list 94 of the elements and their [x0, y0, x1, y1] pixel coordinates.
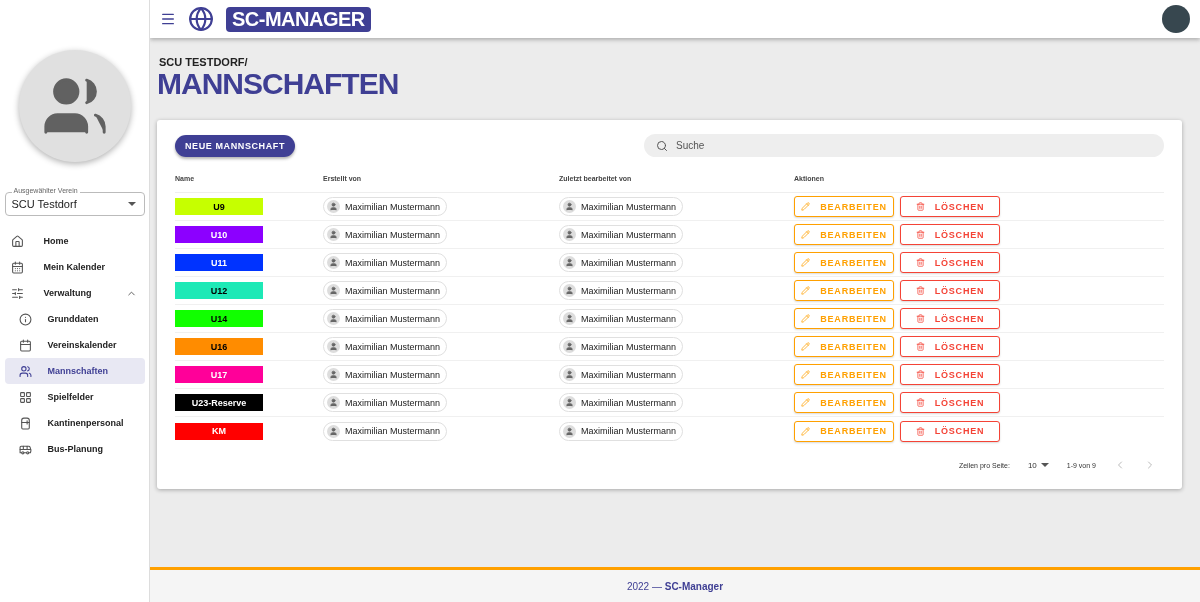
user-icon: [563, 256, 576, 269]
trash-icon: [915, 314, 925, 323]
people-icon: [18, 364, 32, 378]
home-icon: [10, 234, 24, 248]
trash-icon: [915, 230, 925, 239]
delete-button[interactable]: LÖSCHEN: [900, 392, 1000, 413]
profile-avatar[interactable]: [1162, 5, 1190, 33]
user-icon: [563, 340, 576, 353]
delete-button[interactable]: LÖSCHEN: [900, 224, 1000, 245]
trash-icon: [915, 370, 925, 379]
pencil-icon: [801, 286, 811, 295]
user-icon: [327, 228, 340, 241]
user-icon: [563, 312, 576, 325]
user-icon: [327, 424, 340, 438]
team-name-tag: U9: [175, 198, 263, 215]
user-icon: [563, 228, 576, 241]
team-name-tag: U11: [175, 254, 263, 271]
sidebar-item[interactable]: Vereinskalender: [4, 332, 145, 358]
user-icon: [563, 396, 576, 409]
team-name-tag: U10: [175, 226, 263, 243]
delete-button[interactable]: LÖSCHEN: [900, 196, 1000, 217]
edit-button[interactable]: BEARBEITEN: [794, 280, 894, 301]
edit-button[interactable]: BEARBEITEN: [794, 364, 894, 385]
team-name-tag: U14: [175, 310, 263, 327]
sidebar-item[interactable]: Mannschaften: [4, 358, 145, 384]
breadcrumb: SCU TESTDORF/: [159, 56, 249, 68]
sidebar-item[interactable]: Grunddaten: [4, 306, 145, 332]
grid-icon: [18, 390, 32, 404]
info-icon: [18, 312, 32, 326]
pencil-icon: [801, 426, 811, 436]
delete-button[interactable]: LÖSCHEN: [900, 420, 1000, 442]
user-icon: [563, 368, 576, 381]
search-icon: [656, 139, 668, 152]
pencil-icon: [801, 230, 811, 239]
footer-text: 2022 — SC-Manager: [626, 580, 724, 592]
search-input[interactable]: Suche: [674, 139, 1152, 152]
sidebar-item[interactable]: Verwaltung: [4, 280, 145, 306]
sidebar-item[interactable]: Mein Kalender: [4, 254, 145, 280]
edit-button[interactable]: BEARBEITEN: [794, 224, 894, 245]
pencil-icon: [801, 314, 811, 323]
delete-button[interactable]: LÖSCHEN: [900, 364, 1000, 385]
user-icon: [327, 312, 340, 325]
trash-icon: [915, 258, 925, 267]
delete-button[interactable]: LÖSCHEN: [900, 308, 1000, 329]
sidebar-item[interactable]: Kantinenpersonal: [4, 410, 145, 436]
edit-button[interactable]: BEARBEITEN: [794, 308, 894, 329]
rows-per-page-select[interactable]: 10: [1027, 460, 1049, 470]
user-icon: [327, 396, 340, 409]
dropdown-icon: [1040, 463, 1049, 467]
trash-icon: [915, 202, 925, 211]
team-name-tag: U23-Reserve: [175, 394, 263, 411]
user-icon: [327, 340, 340, 353]
delete-button[interactable]: LÖSCHEN: [900, 252, 1000, 273]
team-name-tag: KM: [175, 422, 263, 440]
page-title: MANNSCHAFTEN: [157, 68, 400, 100]
sliders-icon: [10, 286, 24, 300]
dropdown-icon: [127, 202, 136, 206]
team-name-tag: U16: [175, 338, 263, 355]
sidebar-item[interactable]: Bus-Planung: [4, 436, 145, 462]
edit-button[interactable]: BEARBEITEN: [794, 196, 894, 217]
edit-button[interactable]: BEARBEITEN: [794, 336, 894, 357]
pencil-icon: [801, 342, 811, 351]
logo-globe-icon: [188, 6, 214, 32]
fridge-icon: [18, 416, 32, 430]
search-field[interactable]: Suche: [644, 134, 1164, 157]
user-icon: [327, 368, 340, 381]
pencil-icon: [801, 258, 811, 267]
user-icon: [327, 256, 340, 269]
user-icon: [563, 200, 576, 213]
delete-button[interactable]: LÖSCHEN: [900, 280, 1000, 301]
sidebar-item[interactable]: Spielfelder: [4, 384, 145, 410]
app-logo: SC-MANAGER: [226, 6, 371, 32]
edit-button[interactable]: BEARBEITEN: [794, 420, 894, 442]
pencil-icon: [801, 398, 811, 407]
user-icon: [563, 424, 576, 438]
sidebar-item[interactable]: Home: [4, 228, 145, 254]
user-icon: [327, 284, 340, 297]
new-team-button[interactable]: NEUE MANNSCHAFT: [175, 134, 295, 157]
edit-button[interactable]: BEARBEITEN: [794, 252, 894, 273]
pencil-icon: [801, 202, 811, 211]
calendar-icon: [18, 338, 32, 352]
team-name-tag: U12: [175, 282, 263, 299]
user-icon: [327, 200, 340, 213]
trash-icon: [915, 342, 925, 351]
trash-icon: [915, 426, 925, 436]
calendar-icon: [10, 260, 24, 274]
team-name-tag: U17: [175, 366, 263, 383]
menu-icon[interactable]: [160, 11, 176, 27]
edit-button[interactable]: BEARBEITEN: [794, 392, 894, 413]
user-icon: [563, 284, 576, 297]
trash-icon: [915, 286, 925, 295]
pencil-icon: [801, 370, 811, 379]
delete-button[interactable]: LÖSCHEN: [900, 336, 1000, 357]
trash-icon: [915, 398, 925, 407]
